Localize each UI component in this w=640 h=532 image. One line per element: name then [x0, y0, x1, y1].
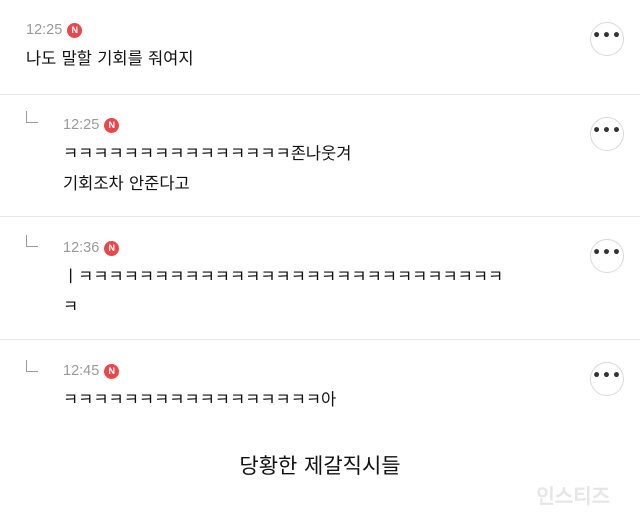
more-dots-icon: •••	[592, 28, 622, 44]
new-badge-icon: N	[67, 22, 83, 38]
comment-text: ㅣㅋㅋㅋㅋㅋㅋㅋㅋㅋㅋㅋㅋㅋㅋㅋㅋㅋㅋㅋㅋㅋㅋㅋㅋㅋㅋㅋㅋ ㅋ	[63, 267, 504, 316]
comment-time: 12:36	[63, 240, 100, 256]
reply-arrow-icon	[26, 111, 38, 123]
more-dots-icon: •••	[592, 368, 622, 384]
comment-item: 12:25 N 나도 말할 기회를 줘여지 •••	[0, 0, 640, 95]
site-watermark: 인스티즈	[536, 484, 610, 508]
more-options-button[interactable]: •••	[590, 239, 624, 273]
comment-time: 12:45	[63, 363, 100, 379]
more-dots-icon: •••	[592, 123, 622, 139]
image-caption: 당황한 제갈직시들	[239, 454, 401, 478]
comment-time: 12:25	[26, 22, 63, 38]
new-badge-icon: N	[104, 117, 120, 133]
more-options-button[interactable]: •••	[590, 117, 624, 151]
new-badge-icon: N	[104, 240, 120, 256]
more-options-button[interactable]: •••	[590, 362, 624, 396]
comment-time: 12:25	[63, 117, 100, 133]
reply-comment-item: 12:36 N ㅣㅋㅋㅋㅋㅋㅋㅋㅋㅋㅋㅋㅋㅋㅋㅋㅋㅋㅋㅋㅋㅋㅋㅋㅋㅋㅋㅋㅋ ㅋ …	[0, 217, 640, 340]
comment-text: ㅋㅋㅋㅋㅋㅋㅋㅋㅋㅋㅋㅋㅋㅋㅋ존나웃겨 기회조차 안준다고	[63, 144, 352, 193]
comment-meta: 12:45 N	[63, 363, 120, 379]
comment-text: ㅋㅋㅋㅋㅋㅋㅋㅋㅋㅋㅋㅋㅋㅋㅋㅋㅋ아	[63, 390, 337, 409]
reply-comment-item: 12:45 N ㅋㅋㅋㅋㅋㅋㅋㅋㅋㅋㅋㅋㅋㅋㅋㅋㅋ아 •••	[0, 340, 640, 440]
reply-arrow-icon	[26, 235, 38, 247]
comment-meta: 12:25 N	[63, 117, 120, 133]
reply-arrow-icon	[26, 360, 38, 372]
reply-comment-item: 12:25 N ㅋㅋㅋㅋㅋㅋㅋㅋㅋㅋㅋㅋㅋㅋㅋ존나웃겨 기회조차 안준다고 ••…	[0, 95, 640, 217]
more-options-button[interactable]: •••	[590, 22, 624, 56]
comment-meta: 12:36 N	[63, 240, 120, 256]
new-badge-icon: N	[104, 363, 120, 379]
more-dots-icon: •••	[592, 245, 622, 261]
comment-meta: 12:25 N	[26, 22, 83, 38]
comment-text: 나도 말할 기회를 줘여지	[26, 49, 194, 68]
